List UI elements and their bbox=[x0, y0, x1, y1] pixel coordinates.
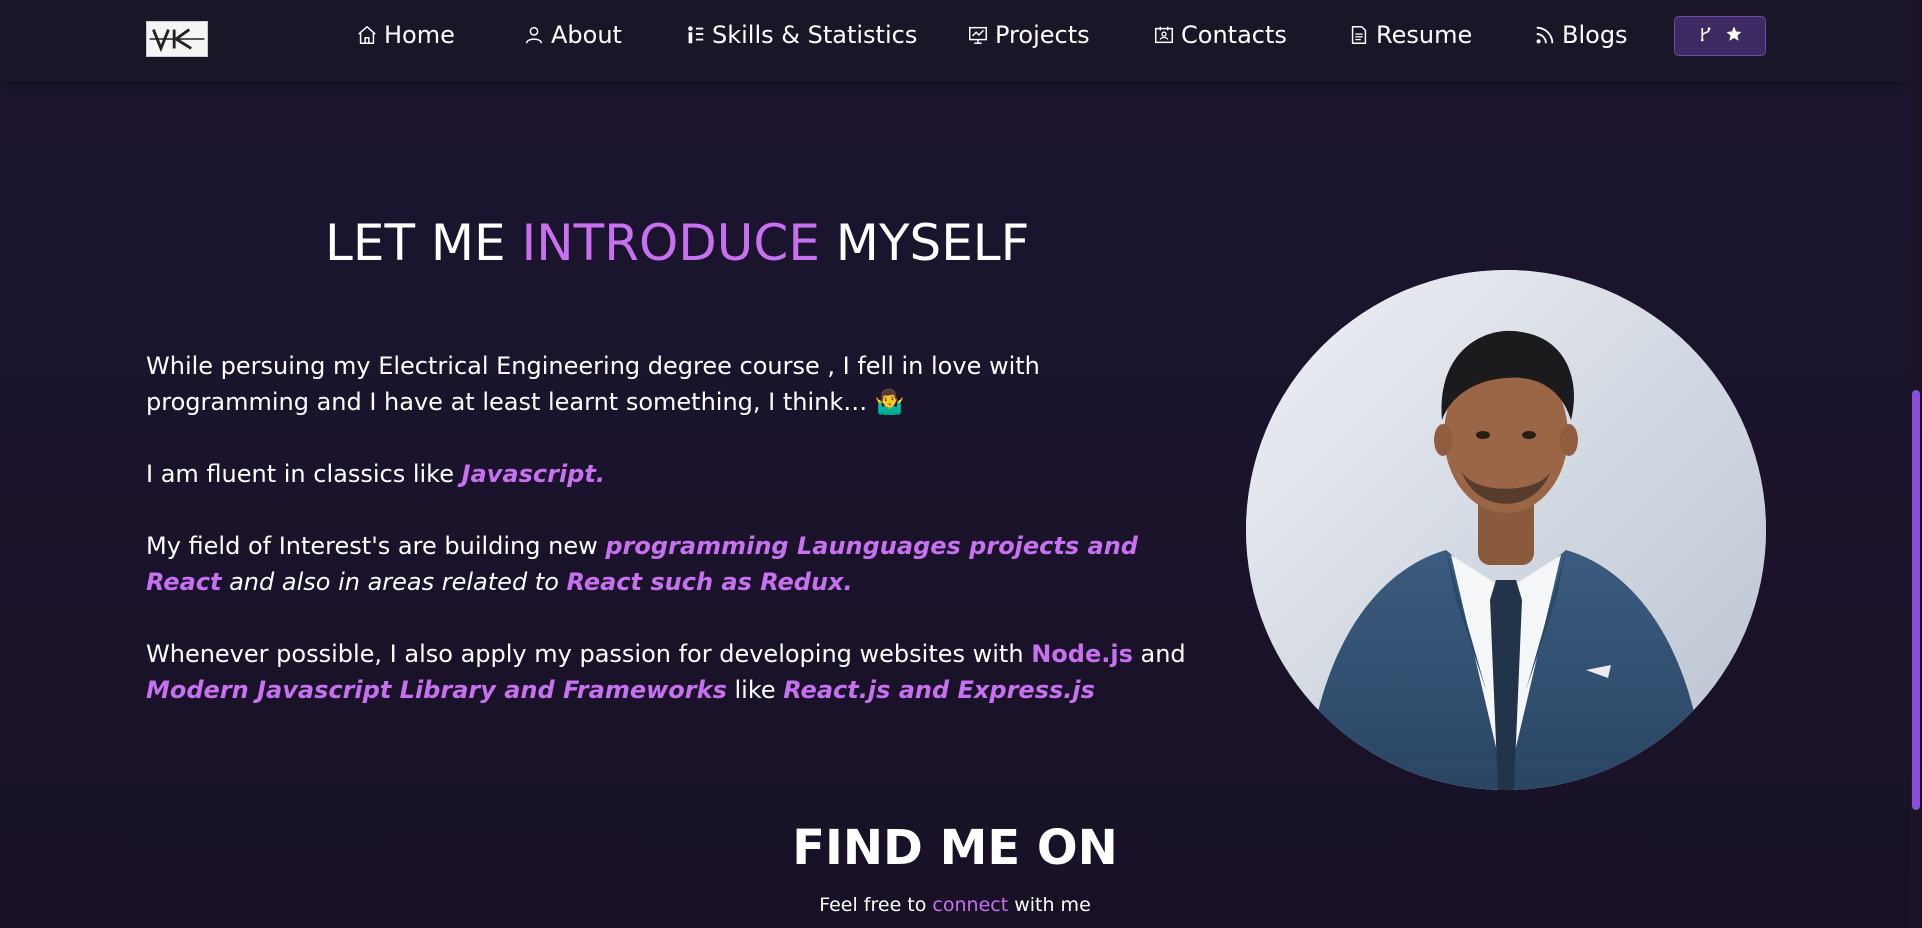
resume-icon bbox=[1347, 23, 1371, 47]
nav-contacts-label: Contacts bbox=[1181, 21, 1287, 49]
nav-skills[interactable]: Skills & Statistics bbox=[683, 21, 917, 49]
intro-title-part1: LET ME bbox=[325, 214, 522, 272]
nav-about[interactable]: About bbox=[522, 21, 622, 49]
navbar: Home About Skills & Statistics Projects bbox=[0, 0, 1910, 82]
nav-contacts[interactable]: Contacts bbox=[1152, 21, 1287, 49]
p4-node: Node.js bbox=[1031, 640, 1133, 668]
p2-lead: I am fluent in classics like bbox=[146, 460, 462, 488]
avatar-photo bbox=[1246, 270, 1766, 790]
page: Home About Skills & Statistics Projects bbox=[0, 0, 1922, 928]
github-fork-star-button[interactable] bbox=[1674, 16, 1766, 56]
intro-title: LET ME INTRODUCE MYSELF bbox=[325, 214, 1029, 272]
star-icon bbox=[1725, 25, 1743, 47]
nav-projects-label: Projects bbox=[995, 21, 1090, 49]
home-icon bbox=[355, 23, 379, 47]
p4-highlight-1: Modern Javascript Library and Frameworks bbox=[146, 676, 727, 704]
nav-skills-label: Skills & Statistics bbox=[712, 21, 918, 49]
p4-like: like bbox=[726, 676, 784, 704]
nav-resume[interactable]: Resume bbox=[1347, 21, 1472, 49]
user-icon bbox=[522, 23, 546, 47]
find-sub-highlight: connect bbox=[932, 894, 1009, 916]
skills-icon bbox=[683, 23, 707, 47]
nav-home[interactable]: Home bbox=[355, 21, 455, 49]
scrollbar-thumb[interactable] bbox=[1912, 390, 1920, 810]
p3-mid: and also in areas related to bbox=[221, 568, 567, 596]
p3-lead: My field of Interest's are building new bbox=[146, 532, 606, 560]
nav-blogs[interactable]: Blogs bbox=[1533, 21, 1628, 49]
p2-highlight: Javascript. bbox=[461, 460, 605, 488]
find-sub-tail: with me bbox=[1008, 894, 1091, 916]
intro-body: While persuing my Electrical Engineering… bbox=[146, 348, 1206, 744]
projects-icon bbox=[966, 23, 990, 47]
nav-projects[interactable]: Projects bbox=[966, 21, 1090, 49]
nav-blogs-label: Blogs bbox=[1562, 21, 1628, 49]
find-sub-lead: Feel free to bbox=[819, 894, 933, 916]
p3-highlight-2: React such as Redux. bbox=[566, 568, 853, 596]
avatar bbox=[1246, 270, 1766, 790]
intro-paragraph-2: I am fluent in classics like Javascript. bbox=[146, 456, 1206, 492]
nav-resume-label: Resume bbox=[1376, 21, 1473, 49]
find-me-subtitle: Feel free to connect with me bbox=[0, 894, 1910, 916]
intro-title-highlight: INTRODUCE bbox=[521, 214, 820, 272]
intro-paragraph-3: My field of Interest's are building new … bbox=[146, 528, 1206, 600]
intro-title-part2: MYSELF bbox=[819, 214, 1030, 272]
nav-home-label: Home bbox=[384, 21, 455, 49]
nav-about-label: About bbox=[551, 21, 622, 49]
intro-paragraph-1: While persuing my Electrical Engineering… bbox=[146, 352, 1040, 416]
find-me-title: FIND ME ON bbox=[792, 820, 1118, 876]
blogs-icon bbox=[1533, 23, 1557, 47]
contacts-icon bbox=[1152, 23, 1176, 47]
p4-lead: Whenever possible, I also apply my passi… bbox=[146, 640, 1032, 668]
p4-highlight-2: React.js and Express.js bbox=[783, 676, 1095, 704]
intro-paragraph-4: Whenever possible, I also apply my passi… bbox=[146, 636, 1206, 708]
logo-mark bbox=[149, 28, 205, 53]
logo[interactable] bbox=[146, 21, 208, 57]
p4-and: and bbox=[1132, 640, 1186, 668]
git-branch-icon bbox=[1697, 25, 1715, 47]
